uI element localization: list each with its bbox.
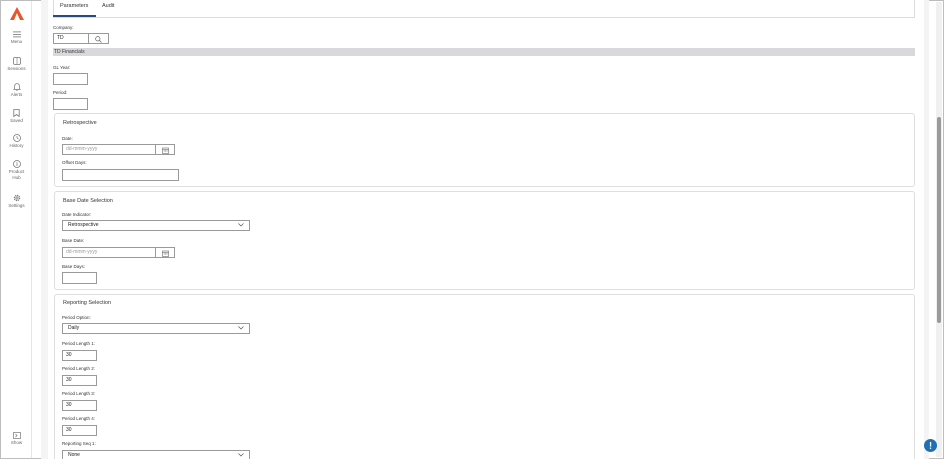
retrospective-date-input[interactable]: dd-mmm-yyyy — [62, 144, 156, 155]
sidebar-item-label: Settings — [8, 203, 25, 208]
sidebar-item-saved[interactable]: Saved — [1, 109, 32, 124]
date-indicator-select[interactable]: Retrospective — [62, 220, 250, 231]
period-length-2-input[interactable]: 30 — [62, 375, 97, 386]
sidebar-item-label: Menu — [10, 39, 23, 44]
sidebar: Menu Sessions Alerts Saved History Produ… — [1, 1, 32, 458]
period-option-value: Daily — [68, 325, 80, 331]
reporting-seq-1-select[interactable]: None — [62, 450, 250, 459]
period-option-label: Period Option: — [62, 315, 91, 320]
base-days-label: Base Days: — [62, 264, 86, 269]
base-date-section: Base Date Selection — [54, 191, 915, 290]
retrospective-section: Retrospective — [54, 113, 915, 187]
period-length-2-label: Period Length 2: — [62, 366, 96, 371]
period-length-1-input[interactable]: 30 — [62, 350, 97, 361]
offset-days-label: Offset Days: — [62, 160, 87, 165]
company-name-bar: TD Financials — [53, 48, 915, 56]
search-icon — [95, 36, 102, 43]
section-title: Base Date Selection — [63, 198, 113, 204]
section-title: Reporting Selection — [63, 300, 112, 306]
sidebar-item-menu[interactable]: Menu — [1, 31, 32, 45]
period-length-1-label: Period Length 1: — [62, 341, 96, 346]
period-length-4-label: Period Length 4: — [62, 416, 96, 421]
sessions-icon — [12, 57, 21, 65]
sidebar-item-label: History — [9, 143, 24, 148]
gl-year-label: GL Year: — [53, 65, 71, 70]
sidebar-show-label: Show — [10, 440, 23, 445]
company-input[interactable]: TD — [53, 33, 89, 44]
retrospective-date-picker-button[interactable] — [155, 144, 175, 155]
base-date-picker-button[interactable] — [155, 247, 175, 258]
bookmark-icon — [13, 109, 20, 117]
expand-panel-icon — [12, 432, 21, 439]
period-length-4-input[interactable]: 30 — [62, 425, 97, 436]
sidebar-item-label: Saved — [10, 118, 23, 123]
sidebar-item-alerts[interactable]: Alerts — [1, 83, 32, 98]
exclamation-icon — [929, 442, 932, 449]
sidebar-show-button[interactable]: Show — [1, 432, 32, 446]
period-input[interactable] — [53, 98, 88, 110]
period-label: Period: — [53, 90, 68, 95]
sidebar-item-label: Alerts — [10, 92, 23, 97]
logo-icon — [10, 7, 24, 20]
bell-icon — [12, 83, 21, 91]
company-label: Company: — [53, 25, 74, 30]
company-search-button[interactable] — [88, 33, 109, 44]
tab-parameters[interactable]: Parameters — [60, 3, 88, 9]
retrospective-date-label: Date: — [62, 136, 73, 141]
section-title: Retrospective — [63, 120, 97, 126]
sidebar-item-sessions[interactable]: Sessions — [1, 57, 32, 72]
period-length-3-input[interactable]: 30 — [62, 400, 97, 411]
reporting-seq-1-value: None — [68, 452, 80, 458]
sidebar-item-settings[interactable]: Settings — [1, 194, 32, 209]
calendar-icon — [161, 147, 169, 154]
date-indicator-label: Date Indicator: — [62, 212, 92, 217]
active-tab-indicator — [53, 15, 96, 17]
clock-icon — [12, 134, 21, 142]
chevron-down-icon — [238, 223, 244, 227]
help-button[interactable] — [924, 439, 937, 452]
base-date-label: Base Date: — [62, 238, 85, 243]
period-option-select[interactable]: Daily — [62, 323, 250, 334]
date-indicator-value: Retrospective — [68, 222, 99, 228]
sidebar-item-product-hub[interactable]: Product Hub — [1, 160, 32, 181]
sidebar-item-label: Sessions — [7, 66, 26, 71]
tab-bar: Parameters Audit — [53, 0, 915, 18]
offset-days-input[interactable] — [62, 169, 179, 181]
calendar-icon — [161, 250, 169, 257]
chevron-down-icon — [238, 326, 244, 330]
scrollbar-thumb[interactable] — [937, 117, 941, 323]
gear-icon — [13, 194, 20, 202]
tab-audit[interactable]: Audit — [102, 3, 115, 9]
gl-year-input[interactable] — [53, 73, 88, 85]
reporting-section: Reporting Selection — [54, 294, 915, 459]
reporting-seq-1-label: Reporting Seq 1: — [62, 441, 96, 446]
period-length-3-label: Period Length 3: — [62, 391, 96, 396]
chevron-down-icon — [238, 453, 244, 457]
base-days-input[interactable] — [62, 272, 97, 284]
info-icon — [12, 160, 21, 168]
sidebar-item-history[interactable]: History — [1, 134, 32, 149]
menu-icon — [12, 31, 21, 38]
sidebar-item-label-line2: Hub — [12, 175, 21, 180]
base-date-input[interactable]: dd-mmm-yyyy — [62, 247, 156, 258]
